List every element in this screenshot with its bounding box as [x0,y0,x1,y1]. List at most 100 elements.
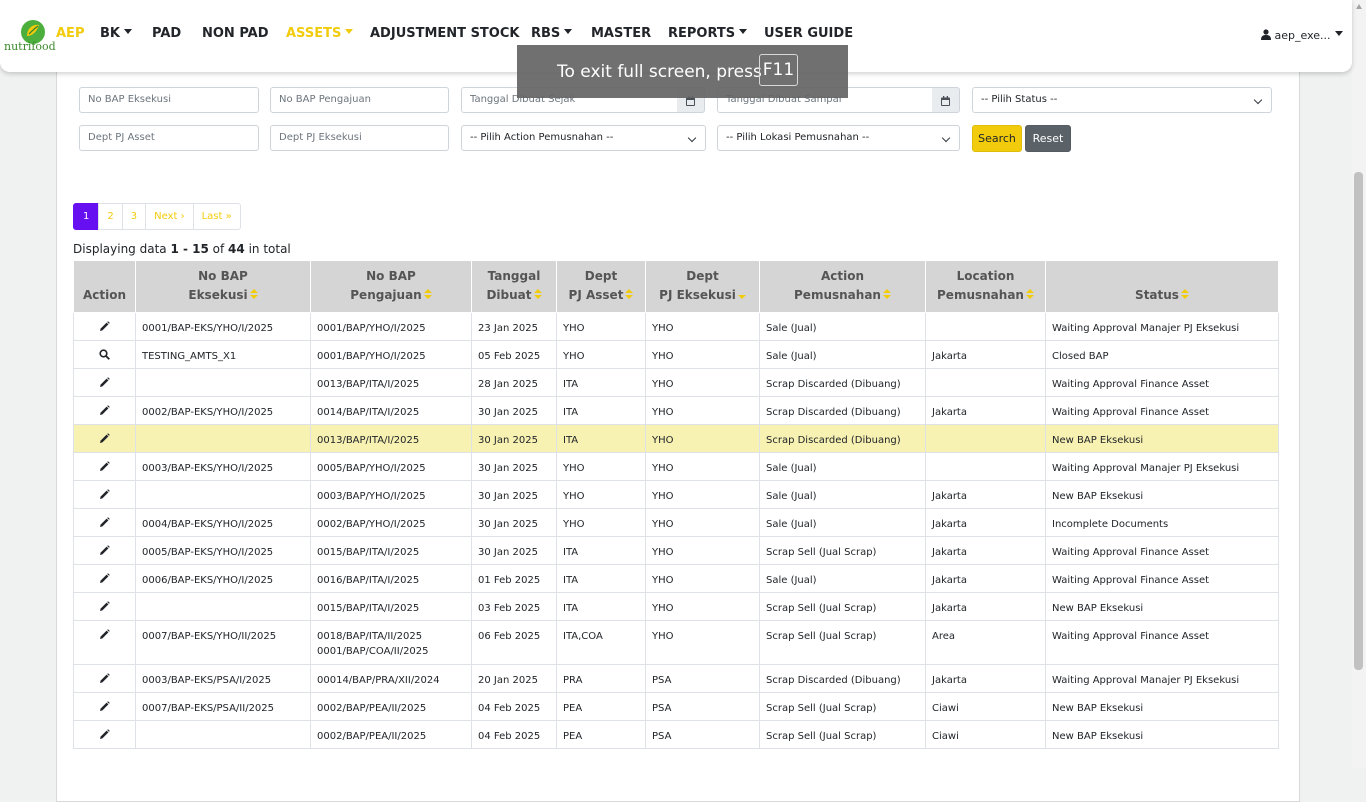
table-row[interactable]: 0003/BAP-EKS/YHO/I/2025 0005/BAP/YHO/I/20… [73,452,1279,481]
pencil-edit-icon[interactable] [99,545,110,559]
pencil-edit-icon[interactable] [99,461,110,475]
page-3-link[interactable]: 3 [121,203,147,230]
cell-location: Jakarta [925,564,1046,593]
pencil-edit-icon[interactable] [99,701,110,715]
pencil-edit-icon[interactable] [99,321,110,335]
sort-arrows-icon[interactable] [882,289,891,300]
sort-arrows-icon[interactable] [737,289,746,300]
table-row[interactable]: 0002/BAP-EKS/YHO/I/2025 0014/BAP/ITA/I/20… [73,396,1279,425]
column-header-line2: Pengajuan [350,288,422,302]
cell-pj-asset: YHO [556,452,646,481]
last-page-link[interactable]: Last » [192,203,241,230]
pencil-edit-icon[interactable] [99,489,110,503]
table-row[interactable]: 0013/BAP/ITA/I/2025 30 Jan 2025 ITA YHO Scra… [73,424,1279,453]
nav-bk[interactable]: BK [100,26,132,41]
cell-eksekusi [135,480,311,509]
cell-location: Jakarta [925,536,1046,565]
cell-pj-eksekusi: YHO [645,564,760,593]
pencil-edit-icon[interactable] [99,601,110,615]
cell-action: Scrap Discarded (Dibuang) [759,368,926,397]
dept-pj-eksekusi-input[interactable]: Dept PJ Eksekusi [270,125,449,151]
sort-arrows-icon[interactable] [625,289,634,300]
calendar-sampai-button[interactable] [932,87,960,113]
nav-adjustment-stock-label: ADJUSTMENT STOCK [370,26,520,41]
sort-arrows-icon[interactable] [1025,289,1034,300]
status-select[interactable]: -- Pilih Status -- [972,87,1272,113]
action-pemusnahan-select[interactable]: -- Pilih Action Pemusnahan -- [461,125,706,151]
cell-pj-eksekusi: YHO [645,620,760,665]
reset-button[interactable]: Reset [1025,125,1071,152]
nutrifood-logo[interactable]: nutrifood [4,19,56,55]
table-row[interactable]: 0007/BAP-EKS/PSA/II/2025 0002/BAP/PEA/II/… [73,692,1279,721]
column-header-action-pemusnahan[interactable]: Action Pemusnahan [759,260,926,313]
summary-prefix: Displaying data [73,242,171,256]
table-row[interactable]: 0001/BAP-EKS/YHO/I/2025 0001/BAP/YHO/I/20… [73,312,1279,341]
sort-arrows-icon[interactable] [423,289,432,300]
sort-arrows-icon[interactable] [1180,289,1189,300]
cell-status: New BAP Eksekusi [1045,692,1279,721]
pencil-edit-icon[interactable] [99,629,110,643]
table-row[interactable]: 0007/BAP-EKS/YHO/II/2025 0018/BAP/ITA/II/… [73,620,1279,665]
pencil-edit-icon[interactable] [99,573,110,587]
column-header-tanggal-dibuat[interactable]: Tanggal Dibuat [471,260,557,313]
table-row[interactable]: 0003/BAP/YHO/I/2025 30 Jan 2025 YHO YHO Sale… [73,480,1279,509]
column-header-location-pemusnahan[interactable]: Location Pemusnahan [925,260,1046,313]
nav-user-guide[interactable]: USER GUIDE [764,26,853,41]
user-menu[interactable]: aep_exe... [1261,29,1343,42]
cell-pengajuan: 0001/BAP/YHO/I/2025 [310,312,472,341]
nav-adjustment-stock[interactable]: ADJUSTMENT STOCK [370,26,519,41]
table-row[interactable]: 0005/BAP-EKS/YHO/I/2025 0015/BAP/ITA/I/20… [73,536,1279,565]
f11-key: F11 [759,54,798,86]
sort-arrows-icon[interactable] [249,289,258,300]
table-row[interactable]: 0004/BAP-EKS/YHO/I/2025 0002/BAP/YHO/I/20… [73,508,1279,537]
cell-pengajuan: 0016/BAP/ITA/I/2025 [310,564,472,593]
nav-assets[interactable]: ASSETS [286,26,354,41]
cell-pj-eksekusi: PSA [645,692,760,721]
page-scrollbar[interactable] [1352,0,1366,768]
row-action-cell [73,396,136,425]
pencil-edit-icon[interactable] [99,377,110,391]
page-2-link[interactable]: 2 [98,203,123,230]
dept-pj-asset-input[interactable]: Dept PJ Asset [79,125,259,151]
lokasi-pemusnahan-select[interactable]: -- Pilih Lokasi Pemusnahan -- [717,125,960,151]
next-page-link[interactable]: Next › [145,203,194,230]
table-row[interactable]: 0015/BAP/ITA/I/2025 03 Feb 2025 ITA YHO Scra… [73,592,1279,621]
table-row[interactable]: 0003/BAP-EKS/PSA/I/2025 00014/BAP/PRA/XII… [73,664,1279,693]
cell-eksekusi: 0003/BAP-EKS/PSA/I/2025 [135,664,311,693]
column-header-dept-pj-eksekusi[interactable]: Dept PJ Eksekusi [645,260,760,313]
table-row[interactable]: 0002/BAP/PEA/II/2025 04 Feb 2025 PEA PSA Scr… [73,720,1279,749]
column-header-no-bap-pengajuan[interactable]: No BAP Pengajuan [310,260,472,313]
no-bap-eksekusi-input[interactable]: No BAP Eksekusi [79,87,259,113]
scroll-thumb[interactable] [1354,172,1363,670]
nav-aep[interactable]: AEP [56,26,84,41]
pencil-edit-icon[interactable] [99,405,110,419]
column-header-no-bap-eksekusi[interactable]: No BAP Eksekusi [135,260,311,313]
pencil-edit-icon[interactable] [99,729,110,743]
pencil-edit-icon[interactable] [99,433,110,447]
user-icon [1261,29,1271,40]
cell-status: New BAP Eksekusi [1045,592,1279,621]
cell-status: Waiting Approval Finance Asset [1045,620,1279,665]
nav-rbs[interactable]: RBS [531,26,573,41]
scroll-up-arrow-icon[interactable] [1356,4,1362,9]
nav-pad[interactable]: PAD [152,26,181,41]
table-row[interactable]: TESTING_AMTS_X1 0001/BAP/YHO/I/2025 05 Feb… [73,340,1279,369]
table-row[interactable]: 0013/BAP/ITA/I/2025 28 Jan 2025 ITA YHO Scra… [73,368,1279,397]
cell-tanggal: 05 Feb 2025 [471,340,557,369]
column-header-dept-pj-asset[interactable]: Dept PJ Asset [556,260,646,313]
no-bap-pengajuan-input[interactable]: No BAP Pengajuan [270,87,449,113]
nav-master[interactable]: MASTER [591,26,651,41]
table-row[interactable]: 0006/BAP-EKS/YHO/I/2025 0016/BAP/ITA/I/20… [73,564,1279,593]
calendar-icon [941,96,950,106]
sort-arrows-icon[interactable] [533,289,542,300]
search-icon[interactable] [99,349,110,363]
nav-non-pad[interactable]: NON PAD [202,26,269,41]
pencil-edit-icon[interactable] [99,673,110,687]
nav-reports[interactable]: REPORTS [668,26,748,41]
column-header-status[interactable]: Status [1045,260,1279,313]
chevron-down-icon [1253,95,1263,105]
pencil-edit-icon[interactable] [99,517,110,531]
search-button[interactable]: Search [972,125,1022,152]
page-1-link[interactable]: 1 [73,203,100,230]
table-header-row: Action No BAP Eksekusi No BAP Pengajuan Tangg… [73,260,1279,313]
